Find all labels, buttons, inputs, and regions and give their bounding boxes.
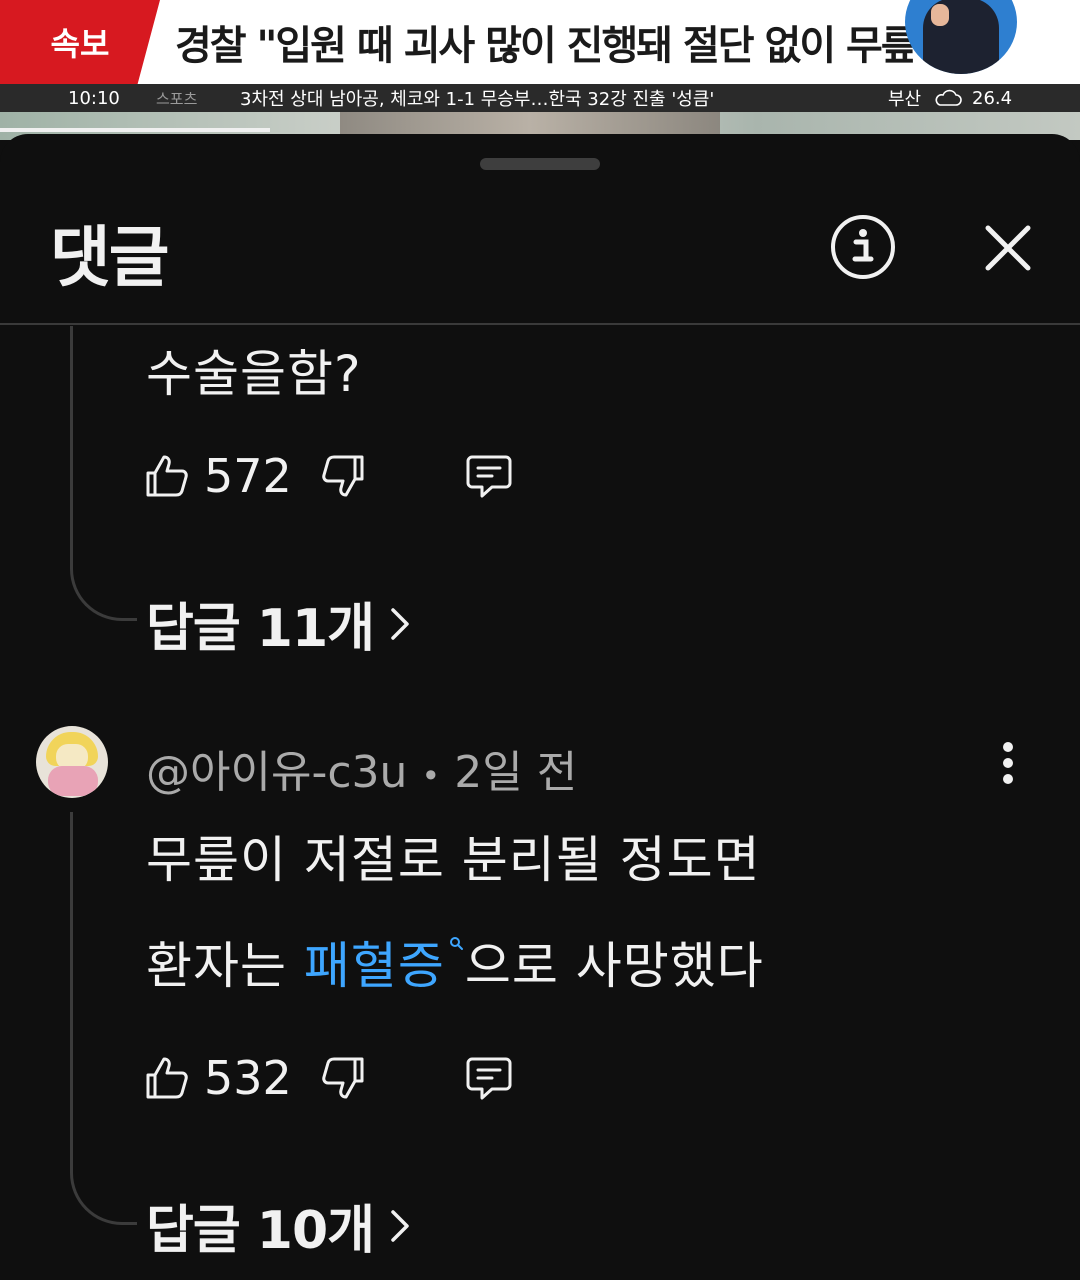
comment-actions: 572 <box>144 446 512 506</box>
comment-meta: @아이유-c3u • 2일 전 <box>146 736 577 800</box>
replies-label: 답글 11개 <box>146 599 375 659</box>
reply-comment-icon[interactable] <box>466 1055 512 1101</box>
thumbs-up-icon[interactable] <box>144 453 190 499</box>
thumbs-down-icon[interactable] <box>320 453 366 499</box>
breaking-news-label: 속보 <box>0 0 160 84</box>
ticker-category: 스포츠 <box>156 89 198 108</box>
search-link-text: 패혈증 <box>303 937 445 995</box>
comment-text: 수술을함? <box>146 345 362 403</box>
header-divider <box>0 323 1080 325</box>
reply-comment-icon[interactable] <box>466 453 512 499</box>
video-player[interactable]: 속보 경찰 "입원 때 괴사 많이 진행돼 절단 없이 무릎 분리" 10:10… <box>0 0 1080 140</box>
search-link[interactable]: 패혈증 <box>304 937 465 995</box>
sheet-title: 댓글 <box>50 219 169 296</box>
more-options-icon[interactable] <box>994 740 1022 786</box>
thumbs-down-icon[interactable] <box>320 1055 366 1101</box>
comment-text-after: 으로 사망했다 <box>464 937 764 995</box>
comment-text-before: 환자는 <box>146 937 304 995</box>
info-circle-icon[interactable] <box>830 214 896 280</box>
cloud-icon <box>935 89 962 106</box>
comment-author[interactable]: @아이유-c3u <box>146 747 407 798</box>
ticker-temperature: 26.4 <box>972 87 1013 109</box>
replies-label: 답글 10개 <box>146 1201 375 1261</box>
thread-connector <box>70 326 137 621</box>
news-ticker: 10:10 스포츠 3차전 상대 남아공, 체코와 1-1 무승부…한국 32강… <box>0 84 1080 112</box>
video-progress-bar[interactable] <box>0 128 270 132</box>
meta-separator: • <box>421 757 441 795</box>
close-icon[interactable] <box>980 220 1036 276</box>
comments-sheet: 댓글 <box>0 134 1080 1280</box>
comment-text-line2: 환자는 패혈증 으로 사망했다 <box>146 926 764 998</box>
chevron-right-icon <box>391 1209 409 1242</box>
view-replies-button[interactable]: 답글 11개 <box>146 586 410 661</box>
search-icon <box>449 937 463 950</box>
view-replies-button[interactable]: 답글 10개 <box>146 1188 410 1263</box>
comment-text-line1: 무릎이 저절로 분리될 정도면 <box>146 831 761 889</box>
thumbs-up-icon[interactable] <box>144 1055 190 1101</box>
news-headline: 경찰 "입원 때 괴사 많이 진행돼 절단 없이 무릎 분리" <box>175 23 915 69</box>
comment-time: 2일 전 <box>454 747 578 798</box>
ticker-time: 10:10 <box>68 87 120 109</box>
chevron-right-icon <box>391 607 409 640</box>
like-count: 572 <box>204 449 292 503</box>
avatar[interactable] <box>36 726 108 798</box>
thread-connector <box>70 812 137 1225</box>
ticker-news: 3차전 상대 남아공, 체코와 1-1 무승부…한국 32강 진출 '성큼' <box>240 89 715 110</box>
comment-actions: 532 <box>144 1048 512 1108</box>
ticker-location: 부산 <box>888 89 922 110</box>
drag-handle[interactable] <box>480 158 600 170</box>
like-count: 532 <box>204 1051 292 1105</box>
